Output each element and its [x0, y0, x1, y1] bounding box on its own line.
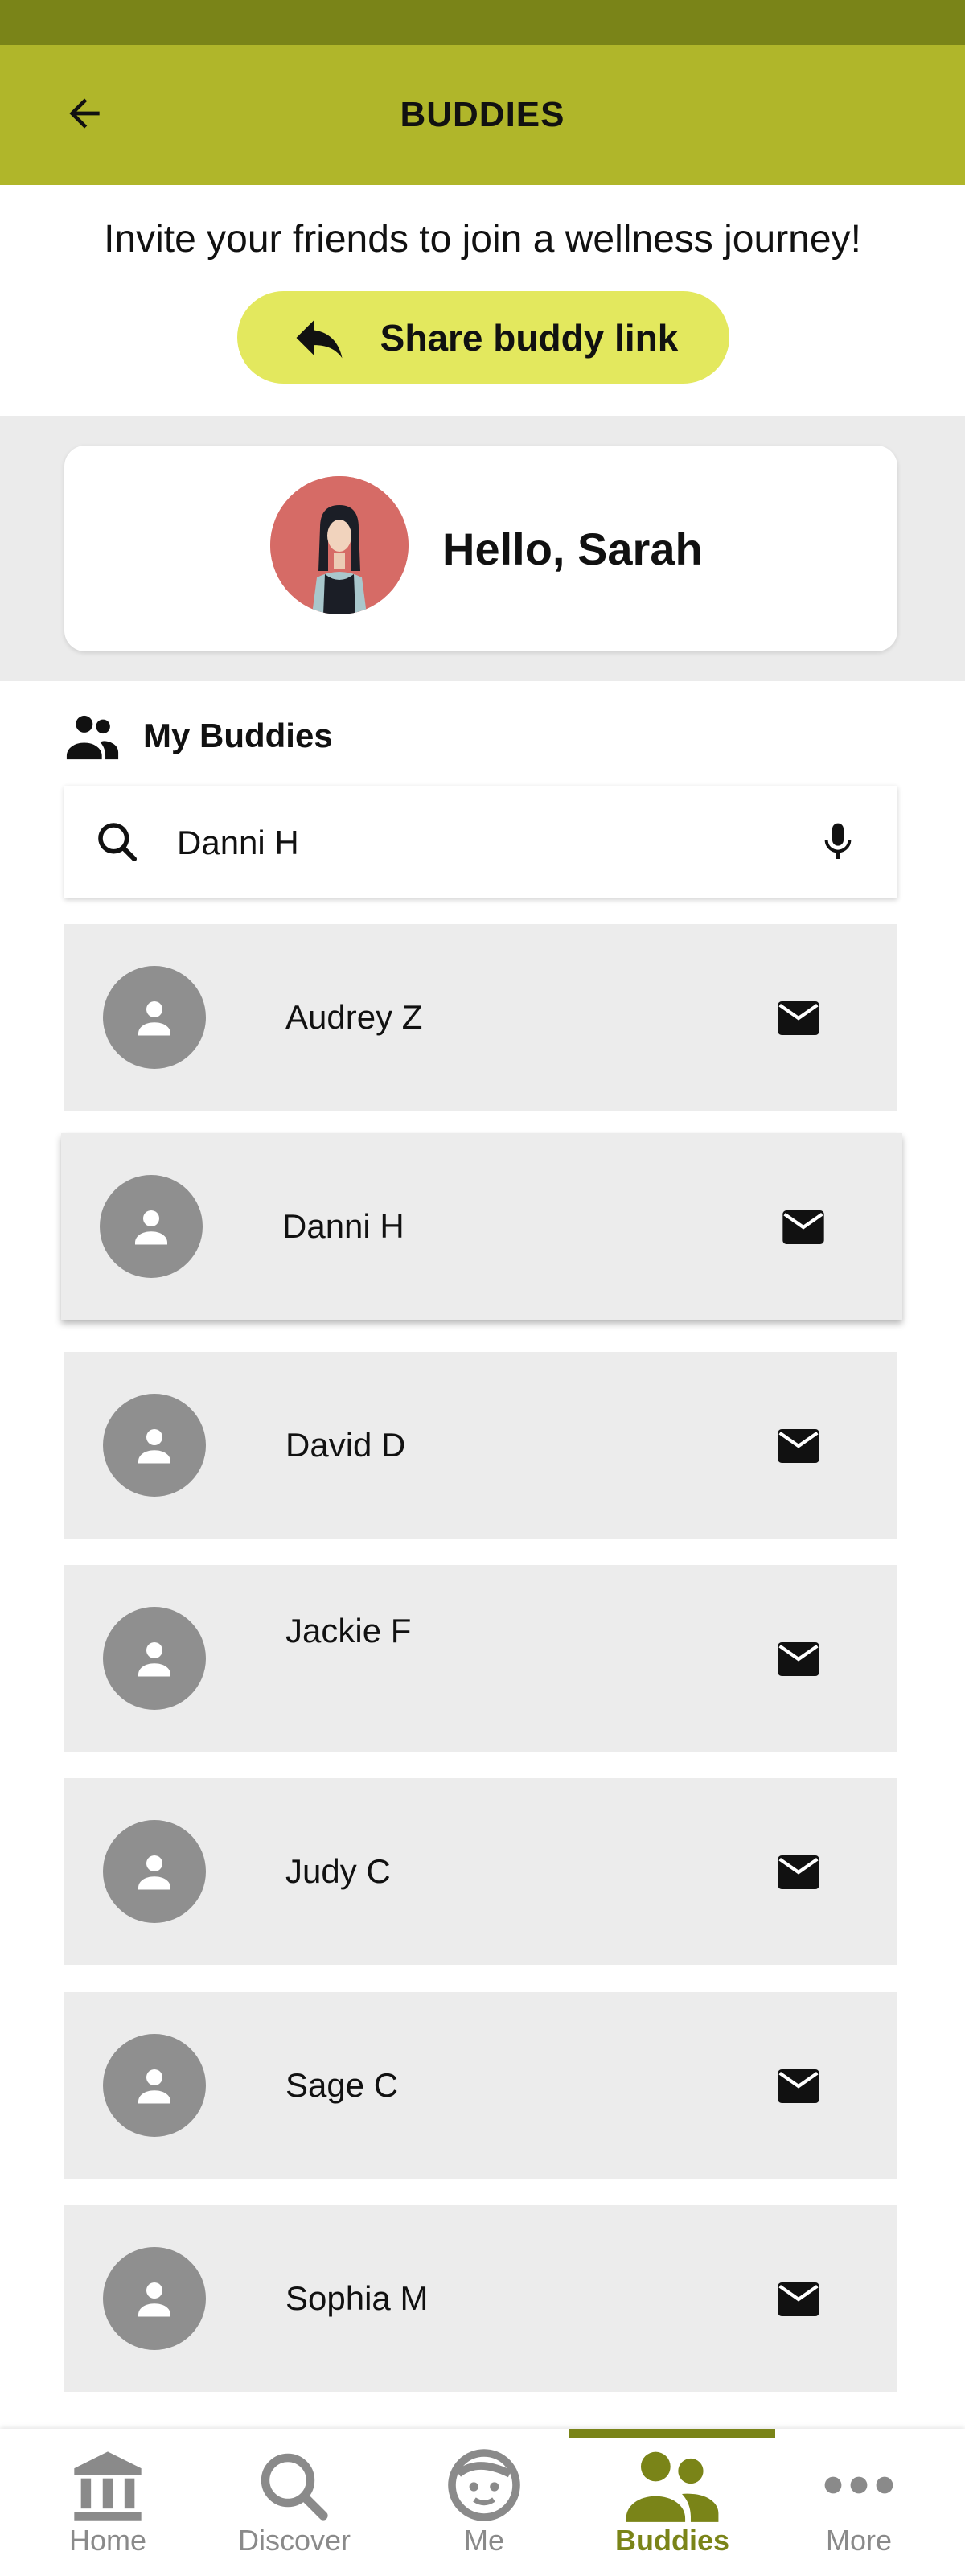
search-icon	[98, 823, 138, 862]
avatar	[103, 2247, 206, 2350]
people-icon	[626, 2451, 719, 2522]
buddy-name: Judy C	[285, 1852, 391, 1890]
person-icon	[138, 2069, 170, 2104]
greeting: Hello, Sarah	[442, 523, 703, 574]
avatar	[103, 1394, 206, 1497]
buddy-name: Jackie F	[285, 1612, 412, 1650]
search-bar	[64, 786, 897, 898]
avatar	[103, 966, 206, 1069]
nav-more[interactable]: More	[762, 2448, 955, 2569]
person-icon	[138, 1855, 170, 1890]
person-icon	[138, 1001, 170, 1036]
mail-icon[interactable]	[776, 998, 821, 1038]
nav-label: Buddies	[614, 2524, 729, 2557]
person-icon	[138, 1642, 170, 1677]
search-input[interactable]	[175, 810, 741, 876]
user-portrait-icon	[270, 476, 409, 614]
buddy-list-item[interactable]: Danni H	[61, 1133, 902, 1320]
mail-icon[interactable]	[776, 1639, 821, 1679]
buddy-list-item[interactable]: Jackie F	[64, 1565, 897, 1752]
avatar	[103, 1820, 206, 1923]
active-tab-indicator	[569, 2429, 775, 2438]
buddy-list-item[interactable]: Audrey Z	[64, 924, 897, 1111]
nav-discover[interactable]: Discover	[198, 2448, 391, 2569]
nav-label: Discover	[237, 2524, 351, 2557]
bottom-navigation: Home Discover Me Buddies More	[0, 2429, 965, 2576]
nav-home[interactable]: Home	[11, 2448, 204, 2569]
buddy-name: Danni H	[282, 1207, 404, 1245]
arrow-left-icon	[69, 98, 100, 129]
people-icon	[66, 715, 119, 760]
buddy-name: Audrey Z	[285, 998, 423, 1036]
buddy-list-item[interactable]: Judy C	[64, 1778, 897, 1965]
back-button[interactable]	[48, 77, 121, 150]
person-icon	[135, 1210, 167, 1245]
my-buddies-header: My Buddies	[64, 708, 333, 764]
avatar	[103, 2034, 206, 2137]
mail-icon[interactable]	[776, 1426, 821, 1466]
mail-icon[interactable]	[776, 1852, 821, 1892]
buddy-list-item[interactable]: Sophia M	[64, 2205, 897, 2392]
buddy-name: Sophia M	[285, 2279, 429, 2317]
avatar	[100, 1175, 203, 1278]
buddy-list-item[interactable]: Sage C	[64, 1992, 897, 2179]
share-buddy-link-button[interactable]: Share buddy link	[237, 291, 729, 384]
nav-label: Home	[68, 2524, 147, 2557]
person-icon	[138, 1429, 170, 1464]
mail-icon[interactable]	[781, 1207, 826, 1247]
bank-icon	[74, 2451, 142, 2521]
page-title: BUDDIES	[400, 95, 565, 134]
search-icon	[261, 2453, 328, 2521]
profile-section: Hello, Sarah	[0, 416, 965, 681]
mail-icon[interactable]	[776, 2066, 821, 2106]
nav-label: More	[825, 2524, 893, 2557]
face-icon	[448, 2449, 520, 2521]
microphone-icon[interactable]	[815, 816, 860, 868]
buddy-name: David D	[285, 1426, 406, 1464]
nav-label: Me	[463, 2524, 504, 2557]
invite-text: Invite your friends to join a wellness j…	[104, 218, 861, 261]
buddy-name: Sage C	[285, 2066, 399, 2104]
avatar	[270, 476, 409, 614]
section-title: My Buddies	[143, 717, 333, 754]
mail-icon[interactable]	[776, 2279, 821, 2319]
share-button-label: Share buddy link	[380, 316, 679, 359]
buddy-list-item[interactable]: David D	[64, 1352, 897, 1539]
nav-me[interactable]: Me	[388, 2448, 581, 2569]
profile-card: Hello, Sarah	[64, 446, 897, 651]
person-icon	[138, 2282, 170, 2317]
app-bar: BUDDIES	[0, 45, 965, 185]
status-bar	[0, 0, 965, 45]
nav-buddies[interactable]: Buddies	[576, 2448, 769, 2569]
more-dots-icon	[824, 2476, 893, 2494]
avatar	[103, 1607, 206, 1710]
reply-arrow-icon	[296, 319, 343, 358]
